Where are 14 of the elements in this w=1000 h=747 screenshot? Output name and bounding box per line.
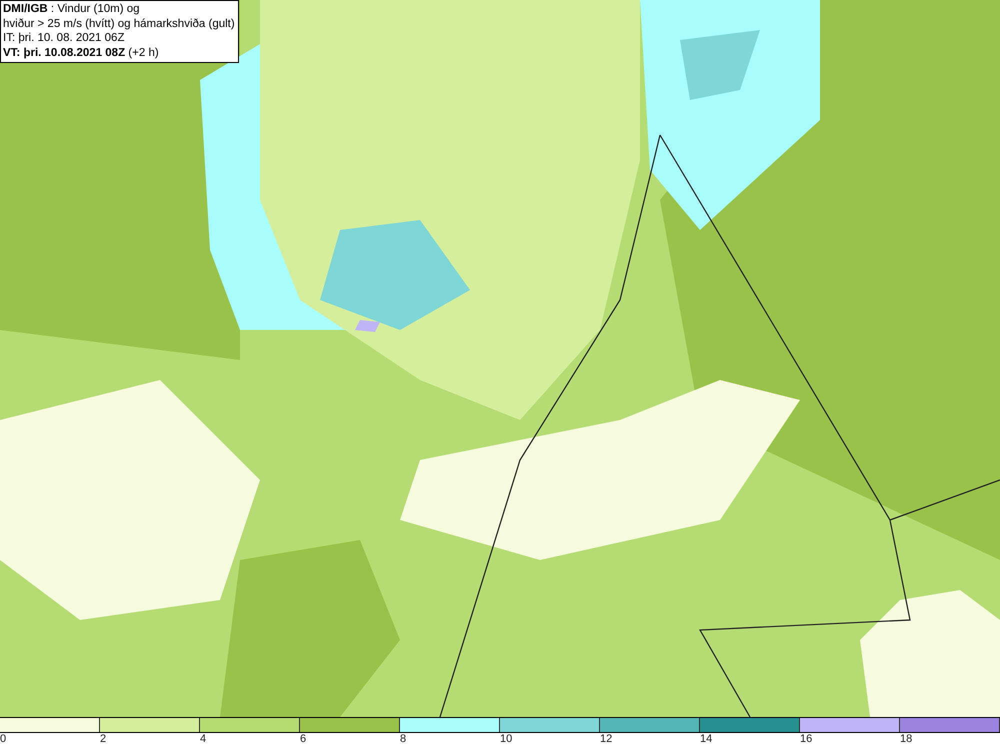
info-line: VT: þri. 10.08.2021 08Z (+2 h) — [3, 46, 160, 60]
tick-label: 14 — [700, 733, 712, 745]
tick-label: 16 — [800, 733, 812, 745]
tick-label: 12 — [600, 733, 612, 745]
tick-label: 8 — [400, 733, 406, 745]
info-line: DMI/IGB : Vindur (10m) og — [3, 2, 141, 16]
tick-label: 4 — [200, 733, 206, 745]
tick-label: 2 — [100, 733, 106, 745]
info-line: hviður > 25 m/s (hvítt) og hámarkshviða (gult) — [3, 16, 235, 31]
info-line: IT: þri. 10. 08. 2021 06Z — [3, 31, 126, 46]
tick-label: 0 — [0, 733, 6, 745]
tick-label: 18 — [900, 733, 912, 745]
tick-label: 10 — [500, 733, 512, 745]
tick-label: 6 — [300, 733, 306, 745]
